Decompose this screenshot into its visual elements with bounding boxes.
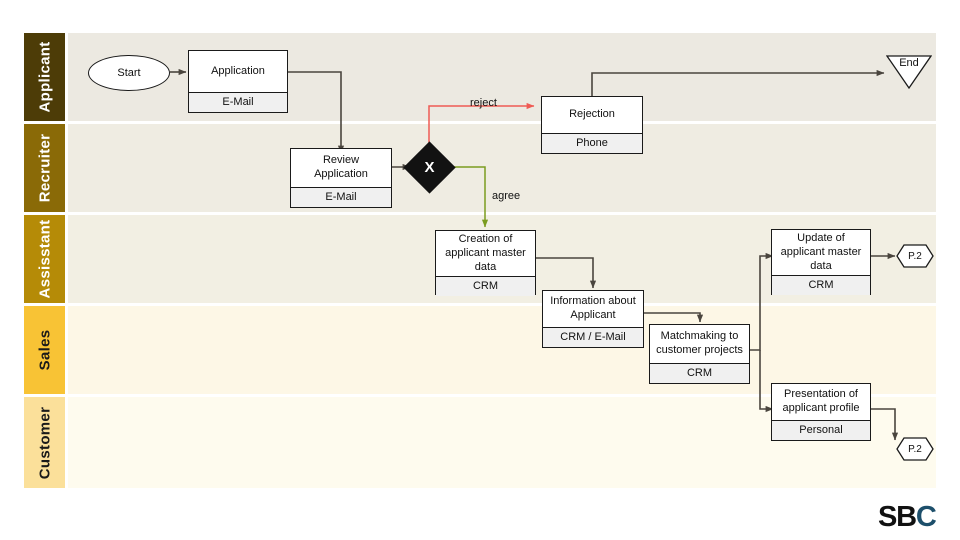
sbc-logo-part1: SB (878, 501, 917, 533)
start-event-label: Start (117, 67, 141, 79)
task-presentation-title: Presentation of applicant profile (782, 388, 860, 414)
task-rejection-title: Rejection (569, 108, 615, 121)
lane-header-applicant: Applicant (24, 33, 65, 121)
offpage-connector-top[interactable]: P.2 (896, 244, 934, 268)
offpage-connector-top-label: P.2 (908, 250, 922, 262)
diagram-canvas: Applicant Recruiter Assisstant Sales Cus… (0, 0, 960, 540)
lane-header-assisstant: Assisstant (24, 215, 65, 303)
sbc-logo-part2: C (915, 501, 937, 533)
lane-label-applicant: Applicant (36, 41, 53, 113)
lane-label-recruiter: Recruiter (36, 133, 53, 203)
task-review-application-system: E-Mail (291, 186, 391, 207)
task-update-applicant-master-data[interactable]: Update of applicant master data CRM (771, 229, 871, 296)
task-update-system: CRM (772, 275, 870, 296)
task-matchmaking-to-customer-projects[interactable]: Matchmaking to customer projects CRM (649, 324, 750, 384)
task-creation-applicant-master-data[interactable]: Creation of applicant master data CRM (435, 230, 536, 297)
task-application-title: Application (211, 64, 265, 77)
task-presentation-system: Personal (772, 419, 870, 440)
lane-header-recruiter: Recruiter (24, 124, 65, 212)
task-creation-title: Creation of applicant master data (445, 233, 526, 273)
task-presentation-applicant-profile[interactable]: Presentation of applicant profile Person… (771, 383, 871, 441)
task-application-system: E-Mail (189, 91, 287, 112)
task-matchmaking-title: Matchmaking to customer projects (656, 330, 743, 356)
edge-label-agree: agree (492, 190, 521, 202)
task-creation-system: CRM (436, 276, 535, 297)
task-review-application[interactable]: Review Application E-Mail (290, 148, 392, 208)
sbc-logo: SBC (878, 501, 937, 533)
task-rejection[interactable]: Rejection Phone (541, 96, 643, 154)
task-information-system: CRM / E-Mail (543, 326, 643, 347)
lane-label-assisstant: Assisstant (36, 219, 53, 299)
swimlane-sales: Sales (24, 306, 936, 394)
lane-label-customer: Customer (36, 406, 53, 479)
lane-header-sales: Sales (24, 306, 65, 394)
task-review-application-title: Review Application (314, 154, 368, 180)
offpage-connector-bottom[interactable]: P.2 (896, 437, 934, 461)
task-matchmaking-system: CRM (650, 362, 749, 383)
task-information-about-applicant[interactable]: Information about Applicant CRM / E-Mail (542, 290, 644, 348)
lane-body-sales (68, 306, 936, 394)
swimlane-recruiter: Recruiter (24, 124, 936, 212)
gateway-x-icon: X (424, 159, 435, 176)
task-application[interactable]: Application E-Mail (188, 50, 288, 113)
exclusive-gateway[interactable]: X (403, 141, 456, 194)
end-event-label: End (899, 57, 919, 69)
lane-label-sales: Sales (36, 329, 53, 371)
task-update-title: Update of applicant master data (780, 232, 862, 272)
task-information-title: Information about Applicant (550, 295, 636, 321)
edge-label-reject: reject (470, 97, 497, 109)
task-rejection-system: Phone (542, 132, 642, 153)
offpage-connector-bottom-label: P.2 (908, 443, 922, 455)
start-event[interactable]: Start (88, 55, 170, 91)
lane-header-customer: Customer (24, 397, 65, 488)
end-event[interactable]: End (885, 55, 933, 90)
